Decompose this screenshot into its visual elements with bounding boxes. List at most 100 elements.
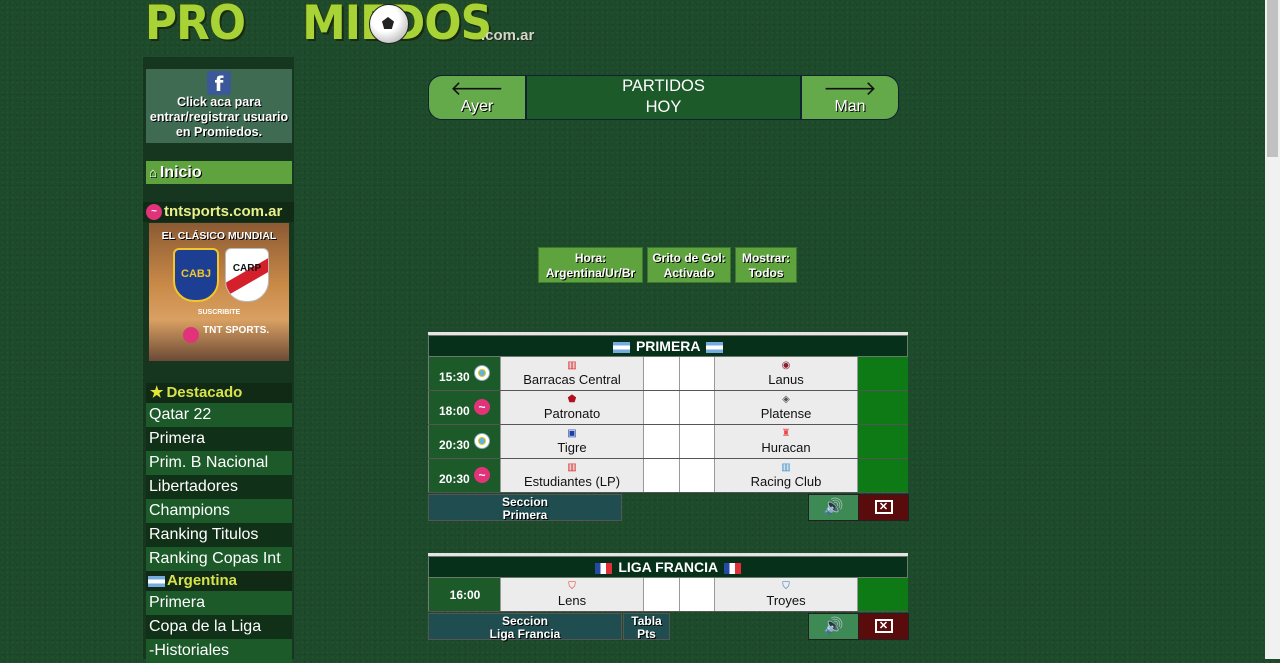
away-team-cell: ◉ Lanus <box>714 357 857 390</box>
racing-crest-icon: ▥ <box>781 462 791 473</box>
match-row[interactable]: 18:00 ⬟ Patronato ◈ Platense <box>428 387 908 427</box>
home-team-cell: ⛉ Lens <box>500 578 643 611</box>
inicio-label: Inicio <box>159 164 202 181</box>
sidebar-item-ranking-copas[interactable]: Ranking Copas Int <box>146 547 292 571</box>
away-team-cell: ◈ Platense <box>714 391 857 424</box>
match-status-cell <box>857 459 908 492</box>
goal-sound-option-button[interactable]: Grito de Gol: Activado <box>647 247 731 283</box>
home-score-cell <box>643 578 679 611</box>
show-filter-option-button[interactable]: Mostrar: Todos <box>735 247 797 283</box>
argentina-flag-icon <box>148 575 165 587</box>
arrow-left-icon: 🡐 <box>450 76 504 100</box>
home-score-cell <box>643 391 679 424</box>
france-flag-icon <box>723 562 741 574</box>
soccer-ball-icon <box>369 4 409 44</box>
lanus-crest-icon: ◉ <box>781 360 791 371</box>
logo-text: PRO MIEDOS <box>145 0 492 51</box>
away-score-cell <box>679 459 715 492</box>
promo-banner[interactable]: EL CLÁSICO MUNDIAL CABJ CARP SUSCRIBITE … <box>149 223 289 361</box>
match-time-cell: 16:00 <box>428 578 501 611</box>
show-filter-option-value: Todos <box>748 266 784 280</box>
site-logo[interactable]: PRO MIEDOS .com.ar <box>145 0 545 52</box>
away-team-cell: ▥ Racing Club <box>714 459 857 492</box>
home-score-cell <box>643 425 679 458</box>
sidebar-item-copa-liga[interactable]: Copa de la Liga <box>146 615 292 639</box>
facebook-icon: f <box>207 71 231 96</box>
home-score-cell <box>643 357 679 390</box>
nav-title: PARTIDOS HOY <box>526 75 801 120</box>
close-icon: ✕ <box>874 619 893 633</box>
prev-day-label: Ayer <box>460 98 494 115</box>
goal-sound-option-value: Activado <box>663 266 715 280</box>
page-scrollbar[interactable] <box>1265 0 1280 659</box>
sponsor-label: tntsports.com.ar <box>164 203 283 220</box>
sound-toggle-button[interactable]: 🔊 <box>808 613 859 640</box>
home-team-name: Patronato <box>543 406 601 421</box>
away-team-name: Lanus <box>768 372 804 387</box>
tnt-icon <box>474 387 490 427</box>
section-link-button[interactable]: Seccion Primera <box>428 494 622 522</box>
match-time: 20:30 <box>439 472 470 486</box>
next-day-button[interactable]: 🡒 Man <box>801 75 899 120</box>
timezone-option-button[interactable]: Hora: Argentina/Ur/Br <box>538 247 643 283</box>
logo-domain: .com.ar <box>481 27 535 44</box>
sound-toggle-button[interactable]: 🔊 <box>808 494 859 521</box>
sidebar-item-champions[interactable]: Champions <box>146 499 292 523</box>
tigre-crest-icon: ▣ <box>567 428 577 439</box>
argentina-flag-icon <box>613 341 631 353</box>
match-row[interactable]: 16:00 ⛉ Lens ⛉ Troyes <box>428 578 908 612</box>
patronato-crest-icon: ⬟ <box>567 394 577 405</box>
river-crest-icon: CARP <box>225 248 269 302</box>
tyc-icon <box>474 433 490 449</box>
match-row[interactable]: 20:30 ▣ Tigre ♜ Huracan <box>428 425 908 459</box>
standings-link-button[interactable]: Tabla Pts <box>623 613 670 641</box>
timezone-option-label: Hora: <box>574 251 607 265</box>
match-status-cell <box>857 391 908 424</box>
tnt-icon: ~ <box>146 204 162 221</box>
hide-league-button[interactable]: ✕ <box>858 494 909 521</box>
sidebar-item-historiales[interactable]: -Historiales <box>146 639 292 663</box>
match-row[interactable]: 15:30 ▥ Barracas Central ◉ Lanus <box>428 357 908 391</box>
platense-crest-icon: ◈ <box>782 394 790 405</box>
home-team-cell: ▥ Barracas Central <box>500 357 643 390</box>
match-row[interactable]: 20:30 ▥ Estudiantes (LP) ▥ Racing Club <box>428 455 908 495</box>
sidebar-item-ranking-titulos[interactable]: Ranking Titulos <box>146 523 292 547</box>
sidebar-item-arg-primera[interactable]: Primera <box>146 591 292 615</box>
destacado-title: Destacado <box>166 384 243 401</box>
match-time-cell: 15:30 <box>428 357 501 390</box>
league-header[interactable]: LIGA FRANCIA <box>428 556 908 578</box>
match-time-cell: 20:30 <box>428 425 501 458</box>
boca-crest-icon: CABJ <box>173 248 219 302</box>
promo-brand: TNT SPORTS. <box>203 325 270 336</box>
match-time-cell: 20:30 <box>428 455 501 495</box>
sponsor-header[interactable]: ~ tntsports.com.ar <box>143 202 294 222</box>
away-team-name: Racing Club <box>750 474 822 489</box>
league-header[interactable]: PRIMERA <box>428 335 908 357</box>
sidebar-item-libertadores[interactable]: Libertadores <box>146 475 292 499</box>
scrollbar-thumb[interactable] <box>1267 0 1278 157</box>
france-flag-icon <box>595 562 613 574</box>
troyes-crest-icon: ⛉ <box>782 581 790 592</box>
sidebar-item-primera[interactable]: Primera <box>146 427 292 451</box>
league-table-liga-francia: LIGA FRANCIA 16:00 ⛉ Lens ⛉ Troyes Secci… <box>428 553 909 641</box>
hide-league-button[interactable]: ✕ <box>858 613 909 640</box>
sidebar: f Click aca para entrar/registrar usuari… <box>143 57 294 663</box>
arrow-right-icon: 🡒 <box>823 76 877 100</box>
section-link-line2: Primera <box>502 508 548 522</box>
away-score-cell <box>679 391 715 424</box>
timezone-option-value: Argentina/Ur/Br <box>545 266 636 280</box>
next-day-label: Man <box>834 98 866 115</box>
match-time: 16:00 <box>449 588 481 602</box>
show-filter-option-label: Mostrar: <box>741 251 790 265</box>
facebook-login-box[interactable]: f Click aca para entrar/registrar usuari… <box>146 69 292 143</box>
sidebar-item-inicio[interactable]: ⌂ Inicio <box>146 161 292 184</box>
close-icon: ✕ <box>874 500 893 514</box>
prev-day-button[interactable]: 🡐 Ayer <box>428 75 526 120</box>
match-status-cell <box>857 425 908 458</box>
away-team-name: Troyes <box>766 593 806 608</box>
section-link-button[interactable]: Seccion Liga Francia <box>428 613 622 641</box>
sidebar-item-prim-b-nacional[interactable]: Prim. B Nacional <box>146 451 292 475</box>
star-icon: ★ <box>150 384 164 401</box>
sidebar-item-qatar22[interactable]: Qatar 22 <box>146 403 292 427</box>
league-footer: Seccion Primera 🔊 ✕ <box>428 494 909 522</box>
